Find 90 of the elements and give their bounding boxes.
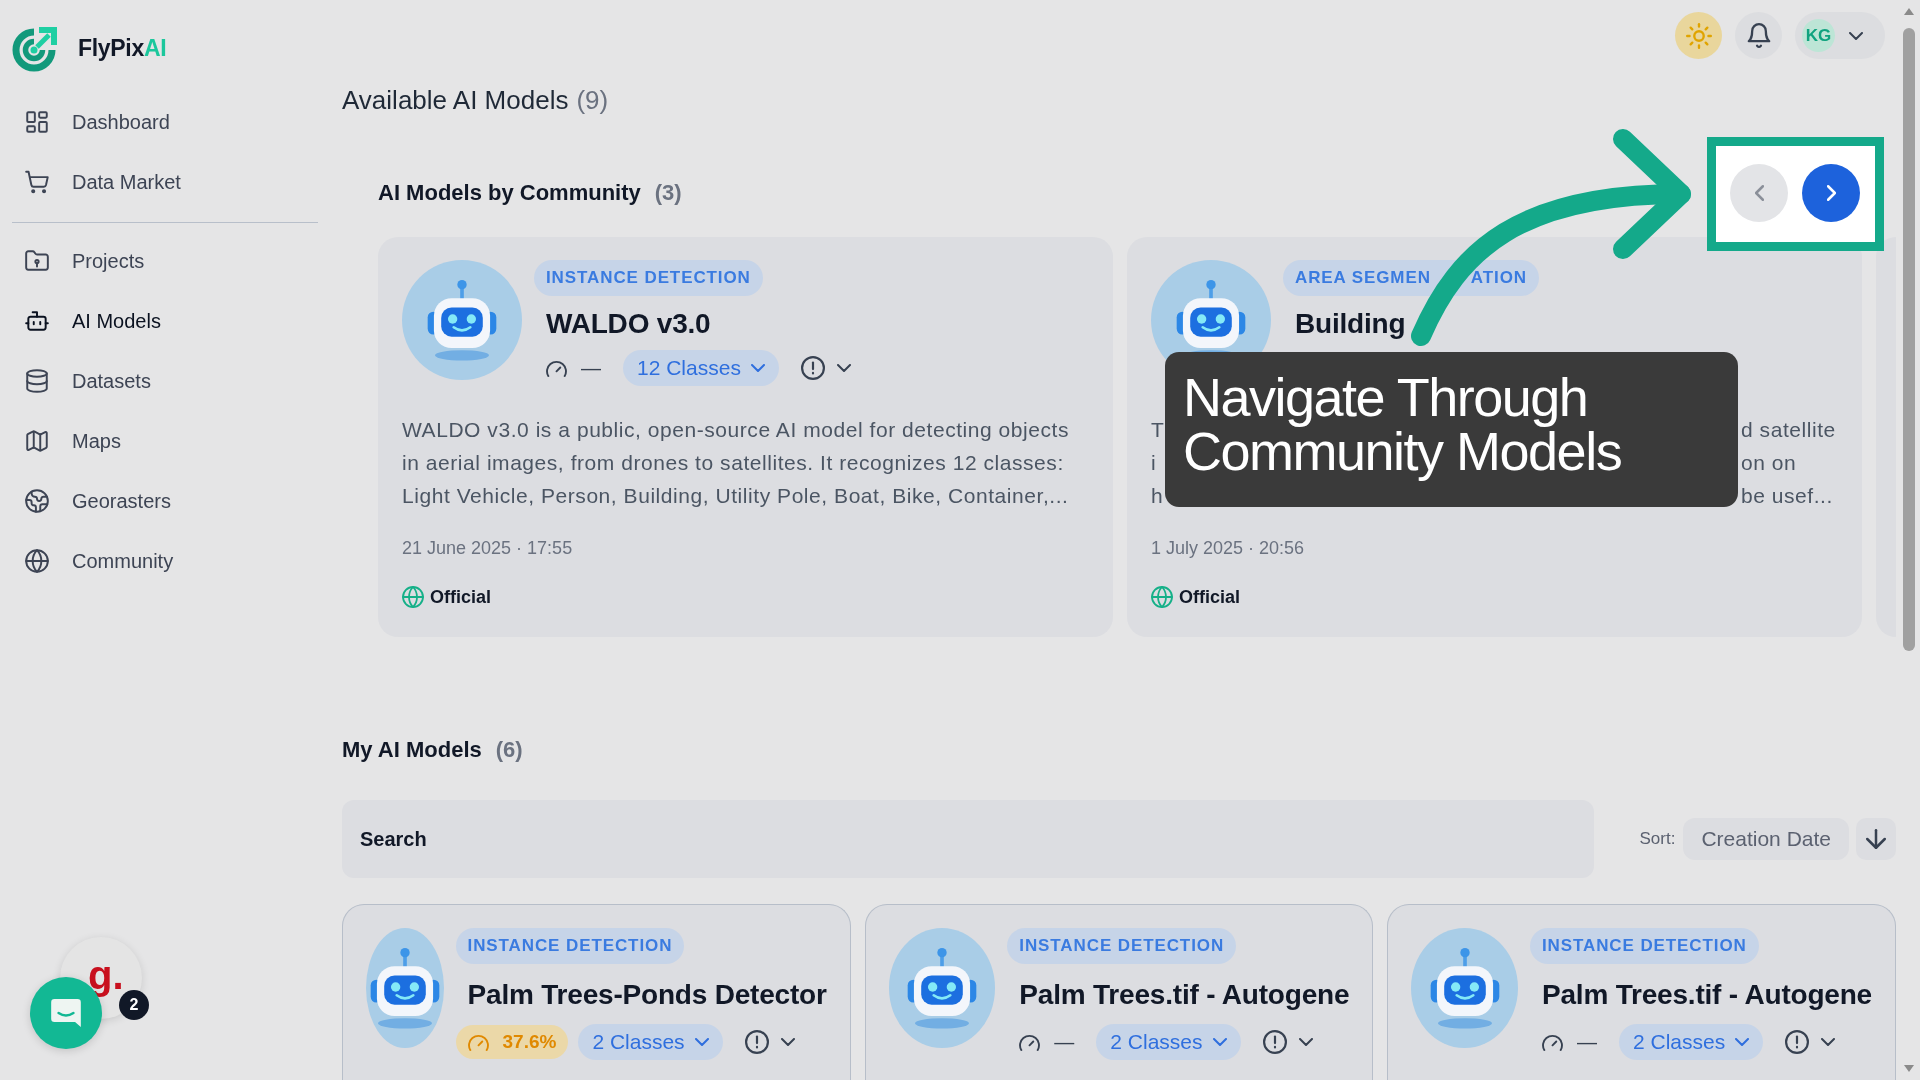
description-fragment: be usef...: [1741, 483, 1833, 509]
globe-icon: [24, 548, 50, 574]
chevron-down-icon[interactable]: [1821, 1038, 1836, 1046]
info-icon[interactable]: [800, 356, 825, 380]
info-icon[interactable]: [1785, 1030, 1810, 1054]
category-tag: INSTANCE DETECTION: [455, 928, 685, 964]
chevron-left-icon: [1754, 185, 1764, 201]
search-field[interactable]: Search: [342, 800, 1594, 878]
chevron-down-icon[interactable]: [1298, 1038, 1313, 1046]
category-tag: INSTANCE DETECTION: [1007, 928, 1237, 964]
model-description: WALDO v3.0 is a public, open-source AI model for detecting objects in aerial images, from drones to satellites. It recognizes 12 classes: Light Vehicle, Person, Building, Utility Pole, Boat, Bike, Container,...: [402, 417, 1069, 509]
sort-dropdown[interactable]: Creation Date: [1683, 818, 1849, 860]
count-label: (3): [654, 179, 682, 207]
sidebar-item[interactable]: Projects: [12, 237, 145, 285]
logo-icon: [12, 24, 60, 72]
scroll-up-icon[interactable]: [1904, 8, 1914, 15]
cart-icon: [24, 169, 50, 195]
info-icon[interactable]: [1262, 1030, 1287, 1054]
count-label: (9): [576, 84, 609, 116]
globe-icon: [1151, 586, 1173, 608]
sidebar-item[interactable]: Community: [12, 537, 174, 585]
sidebar-item[interactable]: AI Models: [12, 297, 161, 345]
map-icon: [24, 428, 50, 454]
accuracy-value: 37.6%: [502, 1031, 557, 1053]
arrow-down-icon: [1866, 829, 1886, 849]
model-name: Palm Trees-Ponds Detector: [466, 978, 827, 1012]
scrollbar-thumb[interactable]: [1903, 28, 1915, 651]
sidebar-item[interactable]: Dashboard: [12, 98, 170, 146]
gauge-icon: [467, 1033, 489, 1051]
model-card[interactable]: [378, 237, 1113, 637]
notifications-button[interactable]: [1735, 12, 1782, 59]
sort-direction-button[interactable]: [1856, 818, 1896, 860]
gauge-icon: [1019, 1033, 1041, 1051]
globe-icon: [402, 586, 424, 608]
chat-icon: [51, 999, 81, 1027]
sidebar-item[interactable]: Datasets: [12, 357, 151, 405]
model-name: Palm Trees.tif - Autogene: [1018, 978, 1350, 1012]
gauge-icon: [1541, 1033, 1563, 1051]
theme-toggle-button[interactable]: [1675, 12, 1722, 59]
page-title: Available AI Models: [342, 84, 569, 116]
folder-icon: [24, 248, 50, 274]
sidebar-item[interactable]: Georasters: [12, 477, 171, 525]
category-tag: AREA SEGMEN ATION: [1283, 260, 1539, 296]
accuracy-value: —: [1054, 1030, 1075, 1054]
sidebar-item[interactable]: Data Market: [12, 158, 181, 206]
model-name: Palm Trees.tif - Autogene: [1540, 978, 1872, 1012]
description-fragment: d satellite: [1741, 417, 1836, 443]
chevron-right-icon: [1826, 185, 1836, 201]
model-card[interactable]: INSTANCE DETECTION Palm Trees.tif - Autogene — 2 Classes: [864, 904, 1374, 1080]
sort-label: Sort:: [1639, 829, 1676, 849]
model-card[interactable]: INSTANCE DETECTION Palm Trees.tif - Autogene — 2 Classes: [1387, 904, 1896, 1080]
model-name: WALDO v3.0: [545, 307, 711, 341]
category-tag: INSTANCE DETECTION: [534, 260, 763, 296]
model-date: 1 July 2025 · 20:56: [1151, 537, 1305, 560]
chevron-down-icon: [1735, 1038, 1750, 1046]
chevron-down-icon[interactable]: [836, 364, 851, 372]
model-card[interactable]: INSTANCE DETECTION Palm Trees-Ponds Detector 37.6% 2 Classes: [342, 904, 851, 1080]
accuracy-value: —: [581, 356, 601, 380]
gauge-icon: [546, 359, 567, 377]
dashboard-icon: [24, 109, 50, 135]
sidebar-item[interactable]: Maps: [12, 417, 121, 465]
tour-tooltip: Navigate Through Community Models: [1165, 352, 1738, 507]
logo-text: FlyPixAI: [78, 34, 167, 62]
chevron-down-icon: [694, 1038, 709, 1046]
chevron-down-icon[interactable]: [780, 1038, 795, 1046]
category-tag: INSTANCE DETECTION: [1529, 928, 1759, 964]
info-icon[interactable]: [744, 1030, 769, 1054]
description-fragment: T: [1151, 417, 1165, 443]
chevron-down-icon: [1849, 31, 1863, 40]
database-icon: [24, 368, 50, 394]
description-fragment: on on: [1741, 450, 1797, 476]
section-title: My AI Models: [342, 736, 482, 764]
notification-badge: 2: [119, 990, 149, 1020]
source-label: Official: [430, 586, 491, 608]
chevron-down-icon: [750, 364, 765, 372]
sun-icon: [1685, 22, 1712, 49]
robot-icon: [24, 308, 50, 334]
earth-icon: [24, 488, 50, 514]
user-avatar: KG: [1802, 19, 1835, 52]
description-fragment: h: [1151, 483, 1164, 509]
model-name: Building: [1294, 307, 1406, 341]
section-title: AI Models by Community: [378, 179, 641, 207]
count-label: (6): [495, 736, 523, 764]
scroll-down-icon[interactable]: [1904, 1065, 1914, 1072]
chevron-down-icon: [1212, 1038, 1227, 1046]
model-date: 21 June 2025 · 17:55: [402, 537, 573, 560]
accuracy-value: —: [1576, 1030, 1597, 1054]
description-fragment: i: [1151, 450, 1157, 476]
bell-icon: [1746, 23, 1771, 48]
source-label: Official: [1179, 586, 1240, 608]
